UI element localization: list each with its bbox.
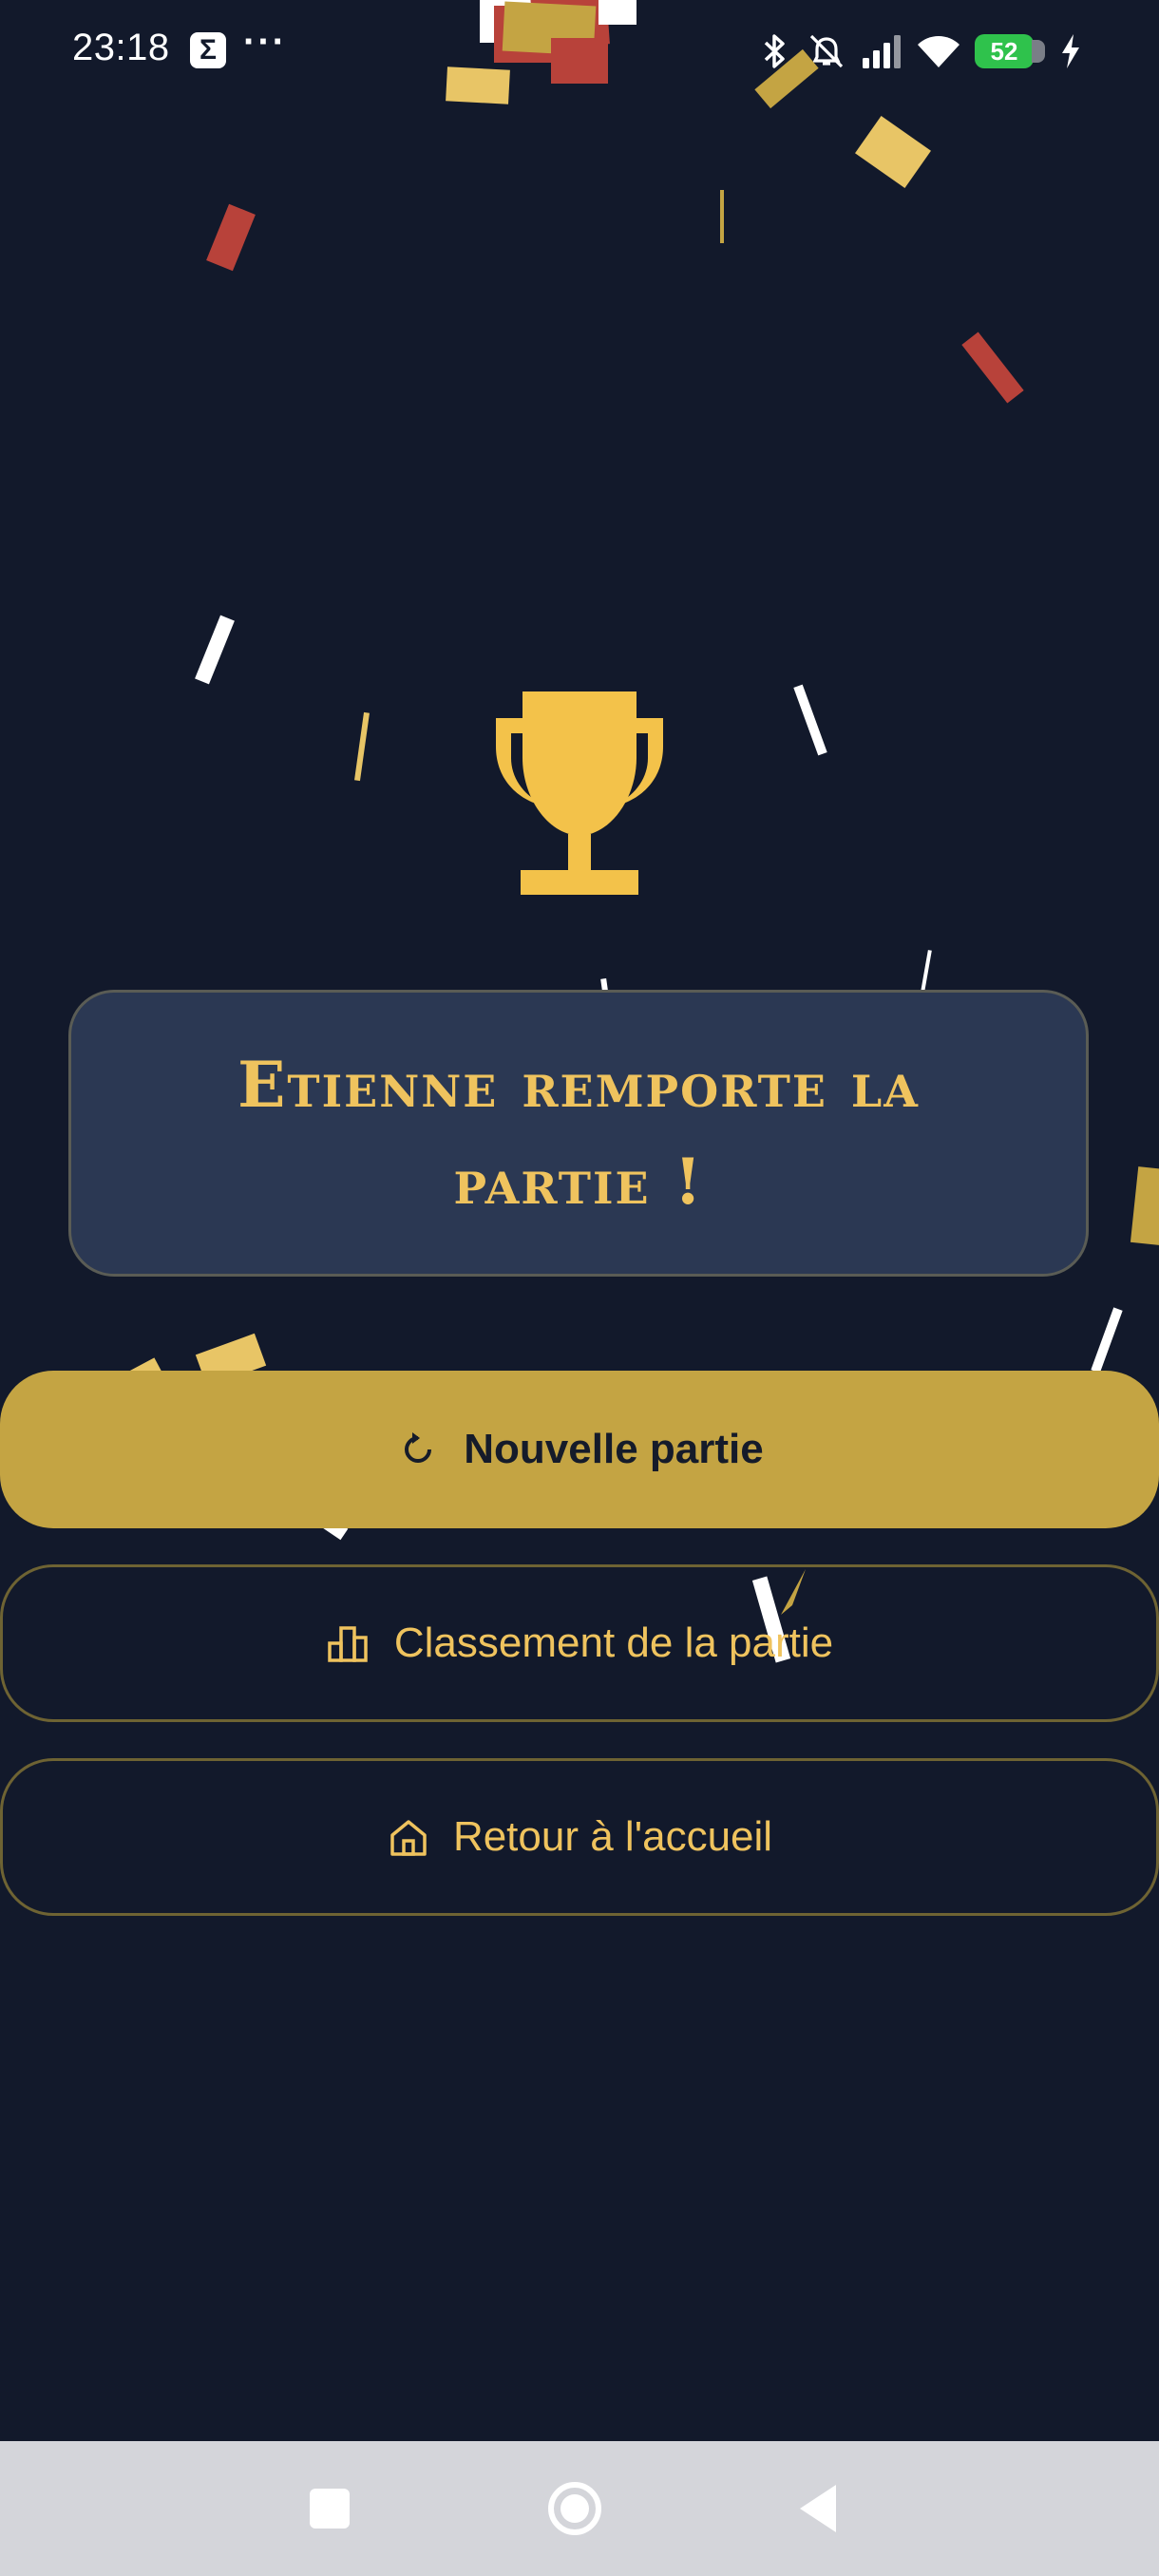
ranking-button[interactable]: Classement de la partie [0,1564,1159,1722]
new-game-button[interactable]: Nouvelle partie [0,1371,1159,1528]
winner-message: Etienne remporte la partie ! [238,1048,920,1219]
home-icon [390,1820,427,1856]
more-notifications-icon: ··· [243,21,287,63]
wifi-icon [918,36,960,67]
new-game-label: Nouvelle partie [464,1426,764,1472]
confetti-layer [117,0,1159,1663]
battery-icon: 52 [975,34,1045,68]
winner-card: Etienne remporte la partie ! [68,990,1089,1277]
restart-icon [405,1432,432,1463]
recents-icon[interactable] [294,2473,365,2544]
home-button[interactable]: Retour à l'accueil [0,1758,1159,1916]
status-icons: 52 [758,30,1083,72]
home-nav-icon[interactable] [540,2473,610,2544]
trophy-icon [496,691,663,895]
ranking-label: Classement de la partie [393,1619,834,1666]
navigation-bar [0,2441,1159,2576]
signal-icon [863,35,901,68]
bluetooth-icon [764,34,785,68]
charging-icon [1062,34,1079,68]
sigma-app-icon: Σ [190,32,226,68]
home-label: Retour à l'accueil [452,1813,773,1860]
battery-level: 52 [990,36,1018,66]
back-icon[interactable] [785,2473,855,2544]
status-time: 23:18 [72,27,170,68]
notifications-off-icon [809,34,844,68]
status-bar: 23:18 Σ ··· 52 [0,0,1159,104]
leaderboard-icon [328,1626,368,1662]
